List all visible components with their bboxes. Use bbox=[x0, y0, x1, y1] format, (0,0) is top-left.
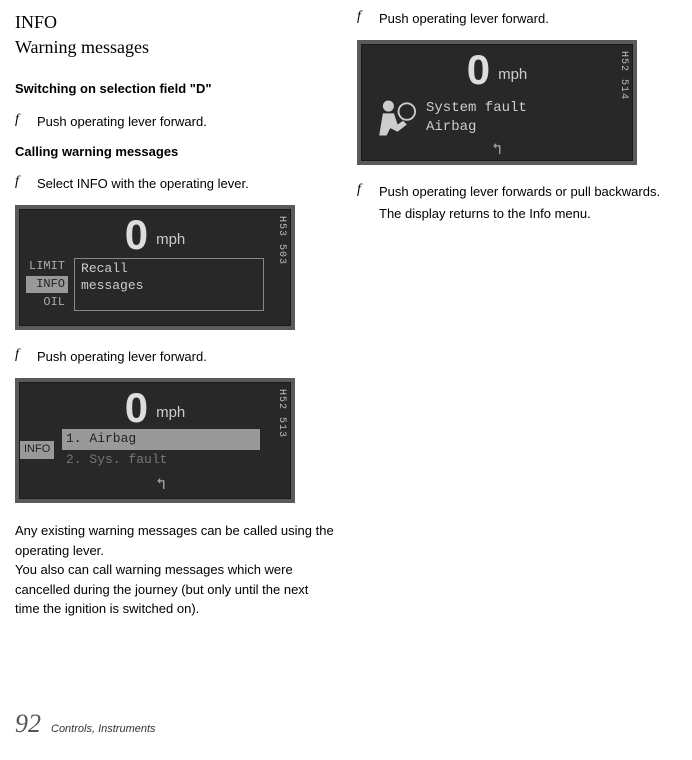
info-label: INFO bbox=[20, 441, 54, 458]
right-column: f Push operating lever forward. H52 514 … bbox=[357, 10, 677, 629]
step-push-lever-2: f Push operating lever forward. bbox=[15, 348, 335, 366]
page-number: 92 bbox=[15, 706, 41, 742]
menu-item-limit: LIMIT bbox=[26, 258, 68, 275]
speed-value: 0 bbox=[467, 49, 490, 91]
list-item-airbag: 1. Airbag bbox=[62, 429, 260, 449]
list-item-sysfault: 2. Sys. fault bbox=[62, 450, 260, 470]
display-info-list: H52 513 INFO 0 mph 1. Airbag 2. Sys. fau… bbox=[15, 378, 295, 503]
speed-unit: mph bbox=[498, 64, 527, 91]
step-select-info: f Select INFO with the operating lever. bbox=[15, 175, 335, 193]
fault-text: System fault Airbag bbox=[426, 99, 527, 138]
step-marker-icon: f bbox=[15, 175, 27, 189]
display-system-fault: H52 514 0 mph System fault bbox=[357, 40, 637, 165]
speed-unit: mph bbox=[156, 229, 185, 256]
step-text: Push operating lever forward. bbox=[37, 348, 335, 366]
speed-value: 0 bbox=[125, 214, 148, 256]
page-footer: 92 Controls, Instruments bbox=[15, 706, 156, 742]
recall-line1: Recall bbox=[81, 261, 255, 278]
fault-line1: System fault bbox=[426, 99, 527, 119]
step-marker-icon: f bbox=[15, 113, 27, 127]
menu-item-info: INFO bbox=[26, 276, 68, 293]
step-push-pull-lever: f Push operating lever forwards or pull … bbox=[357, 183, 677, 223]
subheading-calling-warnings: Calling warning messages bbox=[15, 143, 335, 161]
step-marker-icon: f bbox=[15, 348, 27, 362]
subheading-selection-field: Switching on selection field "D" bbox=[15, 80, 335, 98]
step-text: Push operating lever forward. bbox=[37, 113, 335, 131]
image-tag: H52 514 bbox=[616, 51, 630, 100]
image-tag: H52 513 bbox=[274, 389, 288, 438]
step-text: Push operating lever forwards or pull ba… bbox=[379, 183, 677, 223]
section-subtitle: Warning messages bbox=[15, 35, 335, 60]
menu-list: LIMIT INFO OIL bbox=[26, 258, 68, 310]
step-marker-icon: f bbox=[357, 183, 369, 197]
step-text: Push operating lever forward. bbox=[379, 10, 677, 28]
step-push-lever-1: f Push operating lever forward. bbox=[15, 113, 335, 131]
back-arrow-icon: ↰ bbox=[62, 474, 260, 496]
image-tag: H53 503 bbox=[274, 216, 288, 265]
recall-line2: messages bbox=[81, 278, 255, 295]
step-main-text: Push operating lever forwards or pull ba… bbox=[379, 184, 660, 199]
speed-unit: mph bbox=[156, 402, 185, 429]
footer-section: Controls, Instruments bbox=[51, 722, 156, 737]
airbag-person-icon bbox=[370, 95, 416, 141]
step-push-lever-3: f Push operating lever forward. bbox=[357, 10, 677, 28]
fault-line2: Airbag bbox=[426, 118, 527, 138]
left-column: INFO Warning messages Switching on selec… bbox=[15, 10, 335, 629]
display-recall-messages: H53 503 0 mph LIMIT INFO OIL Recall mess… bbox=[15, 205, 295, 330]
step-text: Select INFO with the operating lever. bbox=[37, 175, 335, 193]
menu-item-oil: OIL bbox=[26, 294, 68, 311]
back-arrow-icon: ↰ bbox=[362, 139, 632, 161]
speed-value: 0 bbox=[125, 387, 148, 429]
step-sub-text: The display returns to the Info menu. bbox=[379, 205, 677, 223]
body-paragraph: Any existing warning messages can be cal… bbox=[15, 521, 335, 619]
step-marker-icon: f bbox=[357, 10, 369, 24]
recall-box: Recall messages bbox=[74, 258, 264, 310]
section-title: INFO bbox=[15, 10, 335, 35]
